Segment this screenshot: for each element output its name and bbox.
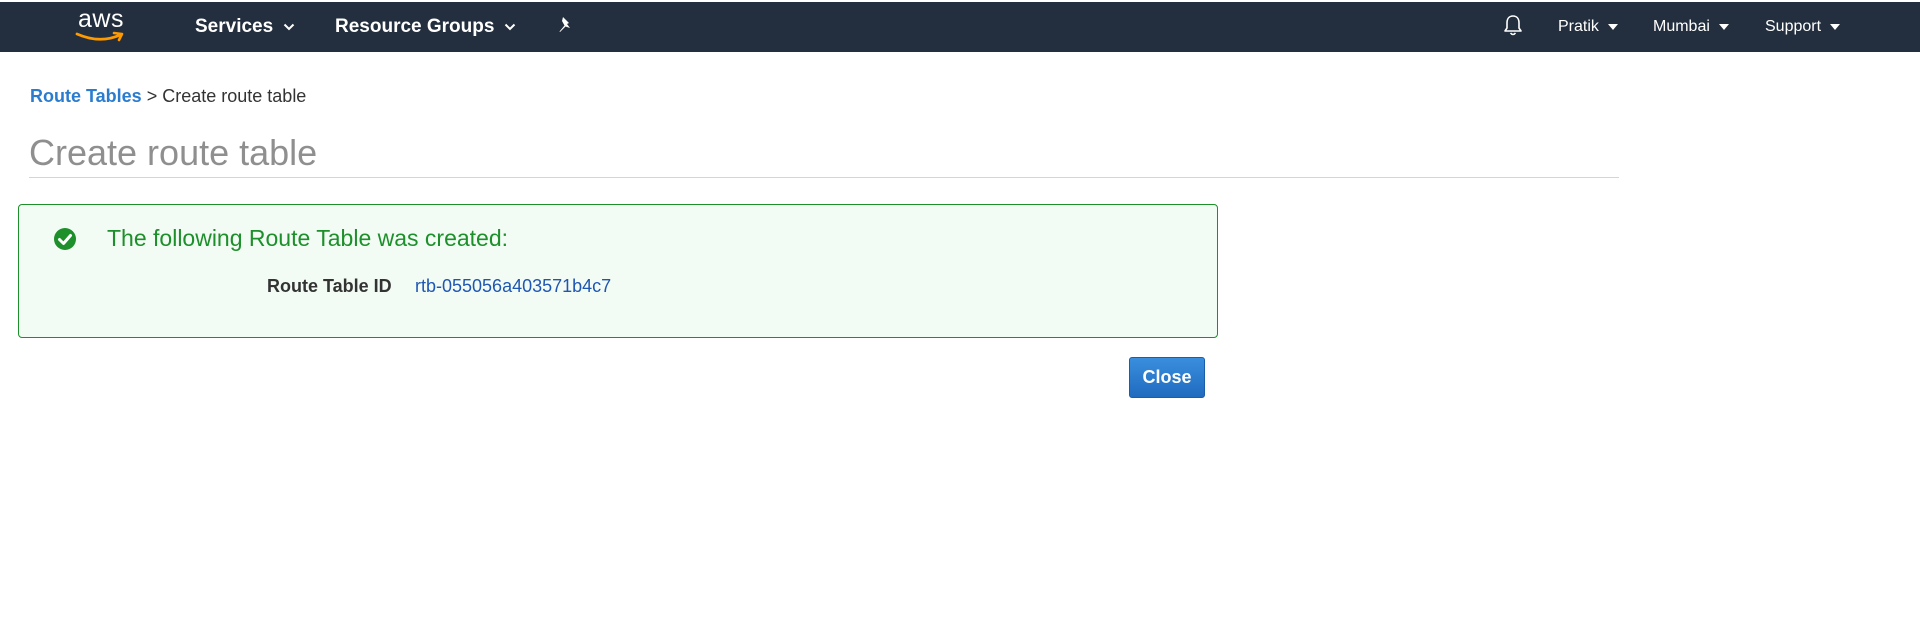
pin-button[interactable] xyxy=(557,2,573,52)
breadcrumb-link-route-tables[interactable]: Route Tables xyxy=(30,86,142,106)
services-label: Services xyxy=(195,16,274,37)
services-menu[interactable]: Services xyxy=(195,2,295,52)
user-label: Pratik xyxy=(1558,18,1599,35)
resource-groups-label: Resource Groups xyxy=(335,16,495,37)
bell-icon xyxy=(1503,14,1523,41)
aws-logo-text: aws xyxy=(78,5,124,33)
aws-logo[interactable]: aws xyxy=(74,5,128,48)
chevron-down-icon xyxy=(283,23,295,31)
check-circle-icon xyxy=(53,227,77,251)
caret-down-icon xyxy=(1718,24,1729,30)
chevron-down-icon xyxy=(504,23,516,31)
page-title: Create route table xyxy=(29,132,318,173)
close-button[interactable]: Close xyxy=(1129,357,1205,398)
breadcrumb-current: Create route table xyxy=(162,86,307,106)
success-message: The following Route Table was created: xyxy=(107,225,509,251)
top-navigation-bar: aws Services Resource Groups Pratik Mumb… xyxy=(0,2,1920,52)
route-table-id-link[interactable]: rtb-055056a403571b4c7 xyxy=(415,276,611,297)
pin-icon xyxy=(557,16,573,39)
support-menu[interactable]: Support xyxy=(1765,2,1841,52)
resource-groups-menu[interactable]: Resource Groups xyxy=(335,2,516,52)
route-table-id-label: Route Table ID xyxy=(267,276,392,296)
success-alert: The following Route Table was created: R… xyxy=(18,204,1218,338)
caret-down-icon xyxy=(1830,24,1841,30)
user-menu[interactable]: Pratik xyxy=(1558,2,1618,52)
region-label: Mumbai xyxy=(1653,18,1710,35)
breadcrumb-separator: > xyxy=(146,86,158,106)
title-divider xyxy=(29,177,1619,178)
support-label: Support xyxy=(1765,18,1822,35)
breadcrumb: Route Tables > Create route table xyxy=(30,86,306,107)
notifications-button[interactable] xyxy=(1503,2,1523,52)
aws-smile-icon xyxy=(75,31,124,42)
region-menu[interactable]: Mumbai xyxy=(1653,2,1729,52)
caret-down-icon xyxy=(1607,24,1618,30)
